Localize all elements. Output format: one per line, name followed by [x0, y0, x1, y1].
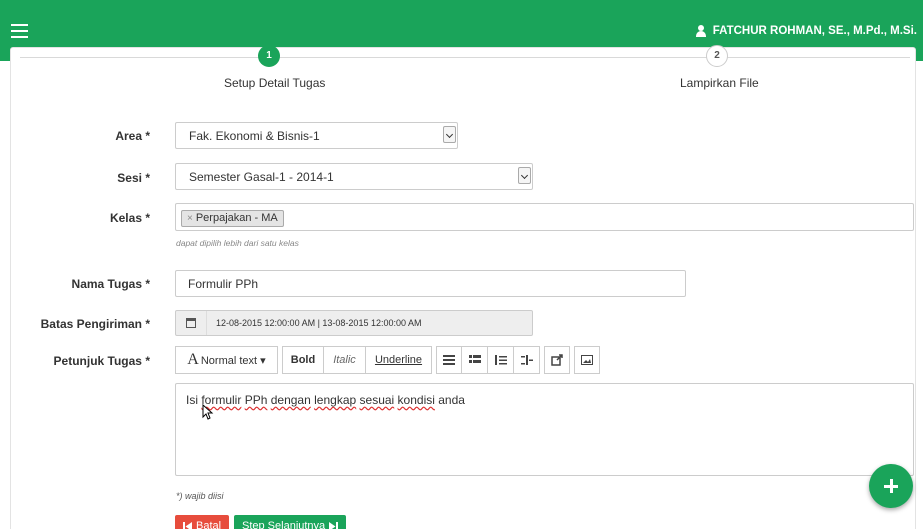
cancel-button[interactable]: Batal [175, 515, 230, 529]
area-label: Area * [115, 129, 150, 143]
list-button-group [436, 346, 540, 374]
image-icon [581, 355, 593, 365]
wizard-progress-line [20, 57, 910, 58]
insert-link-button[interactable] [544, 346, 570, 374]
underline-button[interactable]: Underline [366, 346, 432, 374]
sesi-select[interactable]: Semester Gasal-1 - 2014-1 [175, 163, 533, 190]
cancel-button-label: Batal [196, 520, 222, 529]
editor-word: kondisi [397, 393, 435, 407]
next-step-button-label: Step Selanjutnya [242, 520, 326, 529]
chevron-down-icon[interactable] [443, 126, 456, 143]
indent-button[interactable] [514, 346, 540, 374]
remove-tag-icon[interactable]: × [187, 211, 193, 226]
wizard-step-2-indicator[interactable]: 2 [706, 45, 728, 67]
ordered-list-icon [468, 355, 481, 363]
add-fab-button[interactable] [869, 464, 913, 508]
ordered-list-button[interactable] [462, 346, 488, 374]
batas-pengiriman-value: 12-08-2015 12:00:00 AM | 13-08-2015 12:0… [216, 318, 422, 328]
editor-word: sesuai [359, 393, 395, 407]
next-step-button[interactable]: Step Selanjutnya [234, 515, 347, 529]
kelas-tag-label: Perpajakan - MA [195, 212, 278, 224]
batas-pengiriman-daterange[interactable]: 12-08-2015 12:00:00 AM | 13-08-2015 12:0… [175, 310, 533, 336]
editor-word: Isi [186, 393, 198, 407]
editor-toolbar: A Normal text ▾ Bold Italic Underline [175, 346, 600, 374]
bold-button[interactable]: Bold [282, 346, 324, 374]
italic-button[interactable]: Italic [324, 346, 366, 374]
skip-forward-icon [329, 521, 339, 529]
skip-back-icon [183, 521, 192, 529]
sesi-label: Sesi * [117, 171, 150, 185]
kelas-label: Kelas * [109, 211, 150, 225]
sesi-select-value: Semester Gasal-1 - 2014-1 [189, 169, 334, 184]
editor-word: PPh [244, 393, 268, 407]
outdent-icon [494, 355, 507, 365]
petunjuk-tugas-label: Petunjuk Tugas * [53, 354, 150, 368]
chevron-down-icon[interactable] [518, 167, 531, 184]
wizard-step-1-label: Setup Detail Tugas [224, 76, 326, 90]
nama-tugas-label: Nama Tugas * [71, 277, 150, 291]
mouse-cursor-icon [202, 404, 214, 420]
editor-word: dengan [270, 393, 311, 407]
user-icon [695, 25, 707, 37]
font-style-dropdown[interactable]: A Normal text ▾ [175, 346, 278, 374]
batas-pengiriman-label: Batas Pengiriman * [40, 317, 150, 331]
calendar-icon[interactable] [176, 311, 207, 335]
wizard-step-1-indicator[interactable]: 1 [258, 45, 280, 67]
user-menu[interactable]: FATCHUR ROHMAN, SE., M.Pd., M.Si. [695, 25, 917, 37]
editor-word: anda [438, 393, 465, 407]
unordered-list-icon [443, 355, 455, 365]
editor-word: lengkap [314, 393, 357, 407]
font-style-label: Normal text ▾ [200, 354, 266, 367]
wizard-step-2-label: Lampirkan File [680, 76, 759, 90]
kelas-tag: × Perpajakan - MA [181, 210, 284, 227]
area-select[interactable]: Fak. Ekonomi & Bisnis-1 [175, 122, 458, 149]
hamburger-icon[interactable] [11, 24, 28, 38]
nama-tugas-input[interactable]: Formulir PPh [175, 270, 686, 297]
insert-image-button[interactable] [574, 346, 600, 374]
kelas-multiselect[interactable]: × Perpajakan - MA [175, 203, 914, 231]
nama-tugas-value: Formulir PPh [188, 276, 259, 291]
user-name: FATCHUR ROHMAN, SE., M.Pd., M.Si. [712, 25, 917, 37]
unordered-list-button[interactable] [436, 346, 462, 374]
area-select-value: Fak. Ekonomi & Bisnis-1 [189, 128, 320, 143]
format-button-group: Bold Italic Underline [282, 346, 432, 374]
share-icon [551, 354, 563, 366]
required-note: *) wajib diisi [176, 491, 224, 501]
kelas-help-text: dapat dipilih lebih dari satu kelas [176, 238, 299, 248]
outdent-button[interactable] [488, 346, 514, 374]
font-glyph: A [187, 351, 199, 368]
petunjuk-tugas-editor[interactable]: Isi formulir PPh dengan lengkap sesuai k… [175, 383, 914, 476]
indent-icon [520, 355, 533, 365]
